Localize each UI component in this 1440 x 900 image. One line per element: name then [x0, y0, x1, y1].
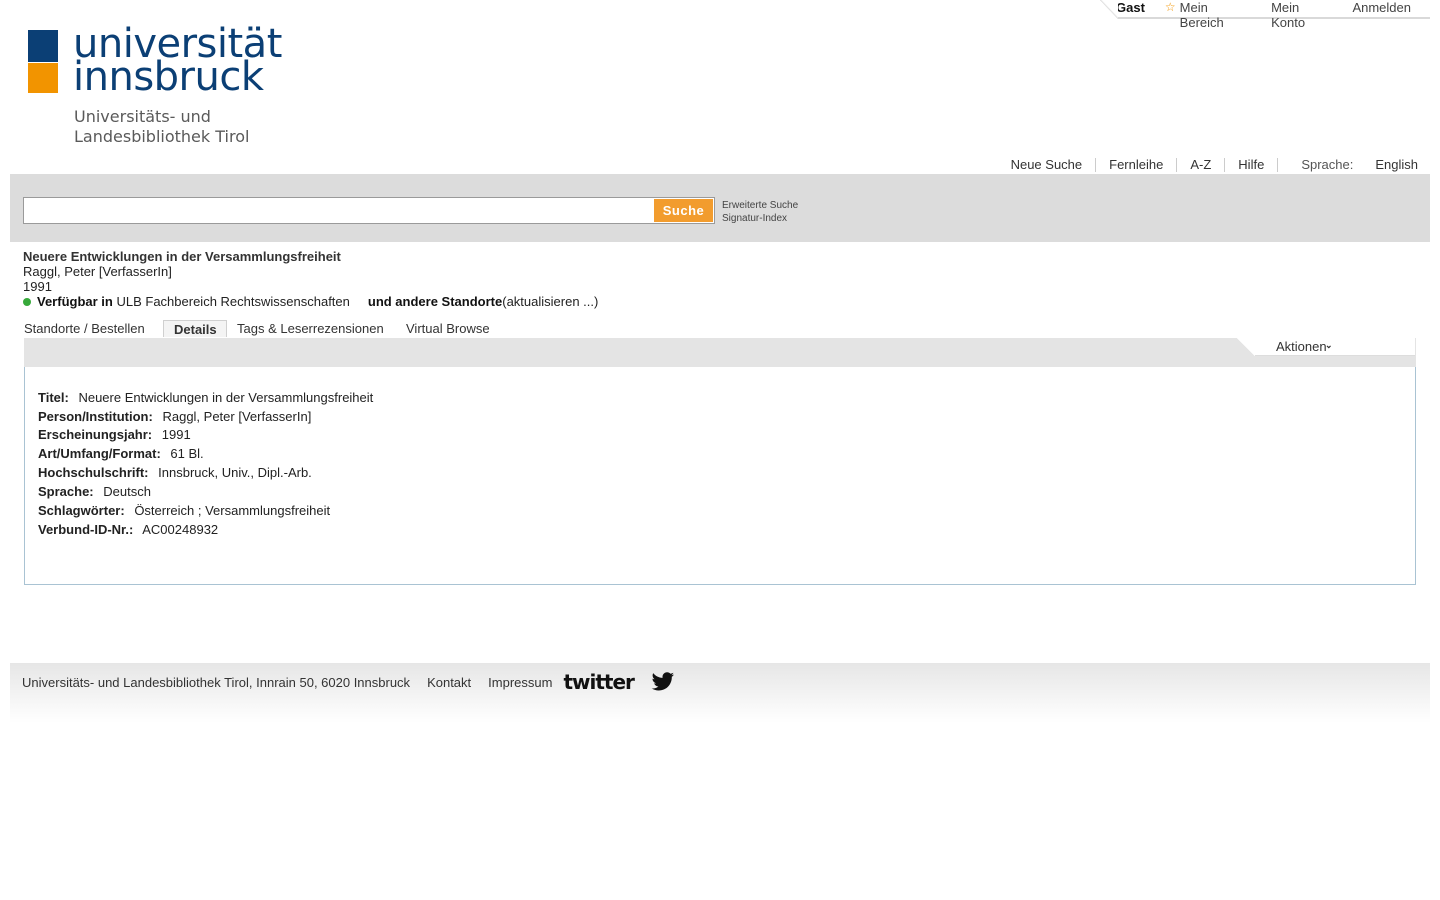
detail-label: Verbund-ID-Nr.: [38, 522, 134, 537]
detail-value: AC00248932 [142, 522, 219, 537]
az-link[interactable]: A-Z [1190, 157, 1211, 172]
detail-value: Innsbruck, Univ., Dipl.-Arb. [158, 465, 312, 480]
detail-value-subject-link[interactable]: Österreich ; Versammlungsfreiheit [134, 503, 330, 518]
secondary-nav: Neue Suche Fernleihe A-Z Hilfe Sprache: … [1011, 157, 1418, 172]
chevron-down-icon: ⌄ [1325, 340, 1333, 350]
mein-konto-link[interactable]: Mein Konto [1271, 0, 1336, 30]
detail-row: Art/Umfang/Format: 61 Bl. [38, 446, 204, 461]
detail-label: Erscheinungsjahr: [38, 427, 153, 442]
impressum-link[interactable]: Impressum [488, 675, 552, 690]
logo-orange-square [28, 63, 58, 93]
divider [1176, 157, 1178, 172]
divider [1095, 157, 1097, 172]
record-year: 1991 [23, 279, 52, 294]
details-panel: Titel: Neuere Entwicklungen in der Versa… [24, 367, 1416, 585]
hilfe-link[interactable]: Hilfe [1238, 157, 1264, 172]
availability-label: Verfügbar in [37, 294, 113, 309]
search-button[interactable]: Suche [654, 199, 713, 222]
twitter-wordmark: twitter [563, 670, 634, 694]
aktionen-label: Aktionen [1276, 339, 1327, 354]
detail-row: Verbund-ID-Nr.: AC00248932 [38, 522, 218, 537]
erweiterte-suche-link[interactable]: Erweiterte Suche [722, 200, 798, 211]
record-title: Neuere Entwicklungen in der Versammlungs… [23, 249, 341, 264]
search-box: Suche [23, 197, 715, 224]
neue-suche-link[interactable]: Neue Suche [1011, 157, 1083, 172]
detail-value: Neuere Entwicklungen in der Versammlungs… [78, 390, 374, 405]
aktionen-dropdown[interactable]: Aktionen ⌄ [1237, 338, 1415, 356]
signatur-index-link[interactable]: Signatur-Index [722, 213, 787, 224]
detail-row: Titel: Neuere Entwicklungen in der Versa… [38, 390, 373, 405]
advanced-links: Erweiterte Suche Signatur-Index [722, 199, 798, 225]
record-author: Raggl, Peter [VerfasserIn] [23, 264, 172, 279]
divider [1224, 157, 1226, 172]
detail-label: Schlagwörter: [38, 503, 125, 518]
anmelden-link[interactable]: Anmelden [1352, 0, 1411, 15]
detail-label: Hochschulschrift: [38, 465, 149, 480]
sprache-label: Sprache: [1301, 157, 1354, 172]
logo-subtitle-1: Universitäts- und [74, 107, 211, 126]
detail-value-person-link[interactable]: Raggl, Peter [VerfasserIn] [162, 409, 311, 424]
language-english-link[interactable]: English [1375, 157, 1418, 172]
user-bar: Gast ☆ Mein Bereich Mein Konto Anmelden [1100, 0, 1430, 30]
detail-label: Person/Institution: [38, 409, 153, 424]
search-input[interactable] [24, 198, 652, 223]
refresh-availability-link[interactable]: (aktualisieren ...) [502, 294, 598, 309]
record-header: Neuere Entwicklungen in der Versammlungs… [23, 249, 598, 309]
footer-content: Universitäts- und Landesbibliothek Tirol… [22, 670, 675, 694]
footer-address: Universitäts- und Landesbibliothek Tirol… [22, 674, 411, 690]
logo-subtitle-2: Landesbibliothek Tirol [74, 127, 250, 146]
logo-blue-square [28, 30, 58, 62]
search-band: Suche Erweiterte Suche Signatur-Index [10, 174, 1430, 242]
detail-value: 1991 [161, 427, 191, 442]
detail-row: Sprache: Deutsch [38, 484, 151, 499]
detail-label: Art/Umfang/Format: [38, 446, 161, 461]
availability: Verfügbar in ULB Fachbereich Rechtswisse… [23, 294, 598, 309]
detail-value: 61 Bl. [170, 446, 204, 461]
footer: Universitäts- und Landesbibliothek Tirol… [10, 663, 1430, 723]
detail-row: Person/Institution: Raggl, Peter [Verfas… [38, 409, 311, 424]
tab-tags-leserrezensionen[interactable]: Tags & Leserrezensionen [237, 321, 406, 337]
tab-standorte-bestellen[interactable]: Standorte / Bestellen [24, 321, 163, 337]
mein-bereich-link[interactable]: Mein Bereich [1180, 0, 1255, 30]
divider [1277, 157, 1279, 172]
detail-row: Erscheinungsjahr: 1991 [38, 427, 191, 442]
university-logo[interactable]: universität innsbruck Universitäts- und … [28, 24, 288, 150]
other-locations-link[interactable]: und andere Standorte [368, 294, 502, 309]
tab-virtual-browse[interactable]: Virtual Browse [406, 321, 490, 337]
detail-value: Deutsch [103, 484, 151, 499]
detail-label: Sprache: [38, 484, 94, 499]
twitter-link[interactable]: twitter [563, 670, 674, 694]
logo-line-innsbruck: innsbruck [73, 54, 264, 100]
detail-row: Schlagwörter: Österreich ; Versammlungsf… [38, 503, 330, 518]
available-status-icon [23, 297, 31, 306]
detail-row: Hochschulschrift: Innsbruck, Univ., Dipl… [38, 465, 312, 480]
twitter-bird-icon [651, 672, 674, 691]
action-bar: Aktionen ⌄ [24, 338, 1416, 367]
kontakt-link[interactable]: Kontakt [427, 675, 471, 690]
star-icon: ☆ [1164, 0, 1176, 14]
fernleihe-link[interactable]: Fernleihe [1109, 157, 1163, 172]
tab-details[interactable]: Details [163, 320, 227, 337]
availability-location: ULB Fachbereich Rechtswissenschaften [116, 294, 350, 309]
detail-label: Titel: [38, 390, 69, 405]
guest-label: Gast [1116, 0, 1145, 15]
record-tabs: Standorte / Bestellen Details Tags & Les… [24, 320, 490, 337]
